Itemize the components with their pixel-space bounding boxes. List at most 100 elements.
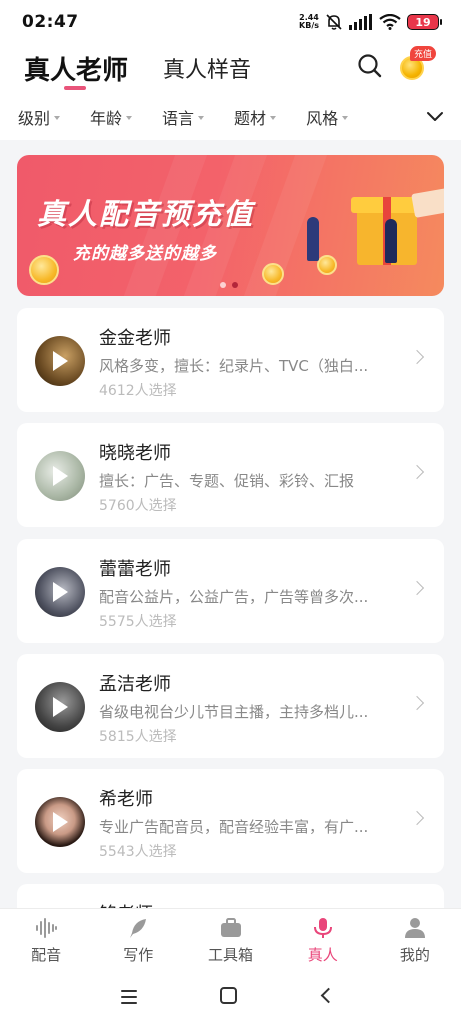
teacher-selection-count: 5575人选择 [99,614,177,630]
nav-toolbox[interactable]: 工具箱 [184,909,276,968]
teacher-description: 配音公益片，公益广告，广告等曾多次... [99,588,369,606]
teacher-description: 专业广告配音员，配音经验丰富，有广... [99,818,369,836]
chevron-right-icon [409,810,425,826]
avatar[interactable] [35,336,85,386]
card-illustration [411,188,444,218]
play-icon [53,351,68,371]
filter-age[interactable]: 年龄 [90,105,133,129]
coin-icon [317,255,337,275]
avatar[interactable] [35,682,85,732]
net-speed-unit: KB/s [299,21,319,30]
caret-down-icon [342,116,349,120]
nav-real-person[interactable]: 真人 [277,909,369,968]
play-icon [53,582,68,602]
caret-down-icon [54,116,61,120]
status-time: 02:47 [22,12,79,32]
recharge-banner[interactable]: 真人配音预充值 充的越多送的越多 [17,155,444,296]
net-speed: 2.44 KB/s [299,14,319,30]
teacher-card[interactable]: 金金老师 风格多变，擅长：纪录片、TVC（独白... 4612人选择 [17,308,444,412]
bottom-nav: 配音 写作 工具箱 真人 我的 [0,908,461,968]
search-button[interactable] [356,52,384,80]
search-icon [358,54,382,78]
signal-icon [349,14,372,30]
chevron-right-icon [409,695,425,711]
teacher-name: 蕾蕾老师 [99,559,171,580]
recharge-button[interactable]: 充值 [398,46,437,82]
waveform-icon [36,918,58,938]
coin-icon [29,255,59,285]
banner-subtitle: 充的越多送的越多 [73,244,217,264]
teacher-card[interactable]: 蕾蕾老师 配音公益片，公益广告，广告等曾多次... 5575人选择 [17,539,444,643]
teacher-selection-count: 5815人选择 [99,729,177,745]
header: 真人老师 真人样音 充值 [0,44,461,94]
filter-style[interactable]: 风格 [306,105,349,129]
nav-label: 写作 [123,946,154,964]
teacher-selection-count: 5543人选择 [99,844,177,860]
filter-level[interactable]: 级别 [18,105,61,129]
filter-label: 年龄 [90,109,123,128]
chevron-down-icon [427,112,443,121]
nav-label: 真人 [307,946,338,964]
chevron-right-icon [409,464,425,480]
filter-label: 级别 [18,109,51,128]
banner-pagination [220,282,238,288]
filter-label: 语言 [162,109,195,128]
play-icon [53,697,68,717]
teacher-name: 金金老师 [99,328,171,349]
home-icon[interactable] [220,987,237,1004]
filter-theme[interactable]: 题材 [234,105,277,129]
person-illustration [385,219,397,263]
battery-icon: 19 [407,14,442,30]
teacher-card[interactable]: 希老师 专业广告配音员，配音经验丰富，有广... 5543人选择 [17,769,444,873]
pagination-dot-active[interactable] [232,282,238,288]
coin-icon [262,263,284,285]
avatar[interactable] [35,451,85,501]
nav-mine[interactable]: 我的 [369,909,461,968]
battery-level: 19 [415,15,431,29]
teacher-name: 晓晓老师 [99,443,171,464]
mute-bell-icon [326,14,342,30]
avatar[interactable] [35,797,85,847]
pagination-dot[interactable] [220,282,226,288]
feather-icon [130,919,147,938]
tab-real-samples[interactable]: 真人样音 [163,52,251,84]
filter-language[interactable]: 语言 [162,105,205,129]
banner-title: 真人配音预充值 [37,197,255,231]
caret-down-icon [198,116,205,120]
play-icon [53,466,68,486]
avatar[interactable] [35,567,85,617]
nav-label: 工具箱 [208,946,254,964]
filter-expand-button[interactable] [425,106,445,126]
teacher-selection-count: 4612人选择 [99,383,177,399]
tab-active-indicator [64,86,86,90]
status-icons: 2.44 KB/s 19 [299,13,442,31]
nav-label: 我的 [399,946,430,964]
play-icon [53,812,68,832]
teacher-selection-count: 5760人选择 [99,498,177,514]
teacher-name: 希老师 [99,789,153,810]
caret-down-icon [126,116,133,120]
filter-bar: 级别 年龄 语言 题材 风格 [0,94,461,140]
teacher-description: 风格多变，擅长：纪录片、TVC（独白... [99,357,369,375]
back-icon[interactable] [320,987,337,1004]
filter-label: 风格 [306,109,339,128]
person-icon [404,918,425,938]
nav-dubbing[interactable]: 配音 [0,909,92,968]
teacher-description: 省级电视台少儿节目主播，主持多档儿... [99,703,369,721]
nav-label: 配音 [31,946,62,964]
wifi-icon [379,14,401,30]
teacher-name: 孟洁老师 [99,674,171,695]
system-nav-bar [0,968,461,1024]
person-illustration [307,217,319,261]
tab-real-teacher[interactable]: 真人老师 [24,50,128,87]
nav-writing[interactable]: 写作 [92,909,184,968]
recharge-badge: 充值 [410,46,437,61]
menu-icon[interactable] [121,990,137,1008]
filter-label: 题材 [234,109,267,128]
teacher-card[interactable]: 孟洁老师 省级电视台少儿节目主播，主持多档儿... 5815人选择 [17,654,444,758]
chevron-right-icon [409,349,425,365]
teacher-description: 擅长：广告、专题、促销、彩铃、汇报 [99,472,355,490]
teacher-card[interactable]: 晓晓老师 擅长：广告、专题、促销、彩铃、汇报 5760人选择 [17,423,444,527]
microphone-icon [313,918,332,938]
status-bar: 02:47 2.44 KB/s 19 [0,0,461,44]
